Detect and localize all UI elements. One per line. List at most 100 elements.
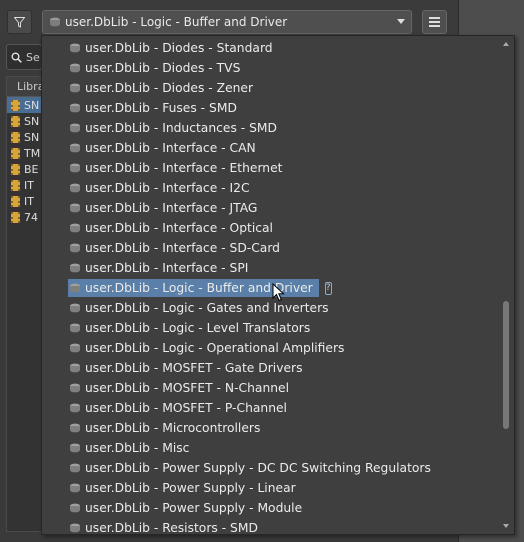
dropdown-item-label: user.DbLib - Interface - Ethernet — [85, 161, 283, 175]
database-library-icon — [70, 183, 80, 193]
dropdown-item[interactable]: user.DbLib - Interface - SD-Card — [68, 239, 448, 257]
dropdown-item-label: user.DbLib - Interface - Optical — [85, 221, 273, 235]
dropdown-item-label: user.DbLib - Interface - JTAG — [85, 201, 258, 215]
list-item[interactable]: TM — [7, 145, 41, 161]
dropdown-item-label: user.DbLib - Microcontrollers — [85, 421, 261, 435]
search-placeholder: Se — [26, 50, 40, 64]
database-library-icon — [70, 263, 80, 273]
dropdown-item[interactable]: user.DbLib - Diodes - Standard — [68, 39, 448, 57]
database-library-icon — [70, 63, 80, 73]
chevron-down-icon — [397, 19, 405, 24]
info-badge[interactable]: ? — [324, 281, 332, 295]
dropdown-item[interactable]: user.DbLib - Interface - JTAG — [68, 199, 448, 217]
database-library-icon — [70, 463, 80, 473]
list-header: Libra — [7, 77, 41, 97]
database-library-icon — [70, 403, 80, 413]
menu-button[interactable] — [422, 10, 447, 34]
dropdown-item[interactable]: user.DbLib - Misc — [68, 439, 448, 457]
dropdown-item[interactable]: user.DbLib - Diodes - Zener — [68, 79, 448, 97]
database-library-icon — [70, 363, 80, 373]
filter-button[interactable] — [7, 10, 32, 34]
list-item-label: IT — [24, 178, 34, 192]
dropdown-item-label: user.DbLib - Logic - Level Translators — [85, 321, 311, 335]
selected-library-label: user.DbLib - Logic - Buffer and Driver — [65, 15, 288, 29]
dropdown-item[interactable]: user.DbLib - Power Supply - Linear — [68, 479, 448, 497]
database-library-icon — [70, 203, 80, 213]
dropdown-item[interactable]: user.DbLib - Microcontrollers — [68, 419, 448, 437]
dropdown-item[interactable]: user.DbLib - MOSFET - Gate Drivers — [68, 359, 448, 377]
dropdown-item[interactable]: user.DbLib - MOSFET - P-Channel — [68, 399, 448, 417]
dropdown-item-label: user.DbLib - MOSFET - N-Channel — [85, 381, 290, 395]
component-chip-icon — [11, 179, 20, 191]
database-library-icon — [70, 163, 80, 173]
database-library-icon — [70, 443, 80, 453]
list-item-label: IT — [24, 194, 34, 208]
database-library-icon — [70, 503, 80, 513]
component-chip-icon — [11, 115, 20, 127]
database-library-icon — [70, 383, 80, 393]
database-library-icon — [70, 103, 80, 113]
database-library-icon — [70, 303, 80, 313]
database-library-icon — [70, 423, 80, 433]
list-item[interactable]: 74 — [7, 209, 41, 225]
dropdown-item[interactable]: user.DbLib - Power Supply - Module — [68, 499, 448, 517]
database-library-icon — [70, 283, 80, 293]
list-item[interactable]: SN — [7, 113, 41, 129]
database-library-icon — [70, 323, 80, 333]
dropdown-item[interactable]: user.DbLib - Interface - Ethernet — [68, 159, 448, 177]
list-item-label: SN — [24, 98, 40, 112]
mouse-cursor-icon — [272, 283, 285, 302]
filter-icon — [14, 16, 25, 28]
dropdown-item[interactable]: user.DbLib - Logic - Operational Amplifi… — [68, 339, 448, 357]
component-list: Libra SN SN SN TM BE IT IT 74 — [6, 76, 42, 532]
database-library-icon — [70, 123, 80, 133]
library-dropdown: user.DbLib - Diodes - Standard user.DbLib… — [41, 35, 515, 535]
dropdown-item[interactable]: user.DbLib - Logic - Gates and Inverters — [68, 299, 448, 317]
dropdown-item-label: user.DbLib - Resistors - SMD — [85, 521, 258, 535]
database-library-icon — [70, 523, 80, 533]
dropdown-item-label: user.DbLib - MOSFET - P-Channel — [85, 401, 287, 415]
list-item[interactable]: SN — [7, 97, 41, 113]
component-chip-icon — [11, 99, 20, 111]
scroll-thumb[interactable] — [503, 300, 509, 429]
dropdown-item[interactable]: user.DbLib - Inductances - SMD — [68, 119, 448, 137]
list-item[interactable]: IT — [7, 177, 41, 193]
list-item[interactable]: IT — [7, 193, 41, 209]
list-item-label: SN — [24, 130, 40, 144]
search-input[interactable]: Se — [6, 44, 42, 70]
dropdown-item-label: user.DbLib - Fuses - SMD — [85, 101, 237, 115]
dropdown-item[interactable]: user.DbLib - Interface - SPI — [68, 259, 448, 277]
scrollbar[interactable] — [503, 40, 511, 530]
dropdown-item[interactable]: user.DbLib - Interface - Optical — [68, 219, 448, 237]
dropdown-item[interactable]: user.DbLib - Interface - I2C — [68, 179, 448, 197]
component-chip-icon — [11, 163, 20, 175]
dropdown-item[interactable]: user.DbLib - MOSFET - N-Channel — [68, 379, 448, 397]
dropdown-item[interactable]: user.DbLib - Interface - CAN — [68, 139, 448, 157]
dropdown-item[interactable]: user.DbLib - Resistors - SMD — [68, 519, 448, 535]
component-chip-icon — [11, 195, 20, 207]
list-item[interactable]: SN — [7, 129, 41, 145]
dropdown-item[interactable]: user.DbLib - Fuses - SMD — [68, 99, 448, 117]
list-item[interactable]: BE — [7, 161, 41, 177]
scroll-up-icon[interactable] — [503, 42, 509, 46]
dropdown-item-label: user.DbLib - Inductances - SMD — [85, 121, 278, 135]
dropdown-item-label: user.DbLib - Power Supply - Linear — [85, 481, 296, 495]
dropdown-item[interactable]: user.DbLib - Diodes - TVS — [68, 59, 448, 77]
search-icon — [11, 52, 22, 63]
list-item-label: 74 — [24, 210, 38, 224]
scroll-down-icon[interactable] — [503, 524, 509, 528]
dropdown-item-label: user.DbLib - Logic - Operational Amplifi… — [85, 341, 345, 355]
dropdown-item[interactable]: user.DbLib - Power Supply - DC DC Switch… — [68, 459, 448, 477]
dropdown-item[interactable]: user.DbLib - Logic - Level Translators — [68, 319, 448, 337]
list-item-label: TM — [24, 146, 41, 160]
database-library-icon — [70, 243, 80, 253]
database-library-icon — [70, 223, 80, 233]
component-chip-icon — [11, 147, 20, 159]
dropdown-item-label: user.DbLib - Power Supply - Module — [85, 501, 303, 515]
library-select[interactable]: user.DbLib - Logic - Buffer and Driver — [42, 10, 412, 34]
dropdown-item-label: user.DbLib - Interface - SD-Card — [85, 241, 280, 255]
database-library-icon — [70, 483, 80, 493]
dropdown-item-label: user.DbLib - Diodes - Zener — [85, 81, 254, 95]
dropdown-item-label: user.DbLib - Interface - I2C — [85, 181, 250, 195]
dropdown-item-label: user.DbLib - Diodes - Standard — [85, 41, 273, 55]
